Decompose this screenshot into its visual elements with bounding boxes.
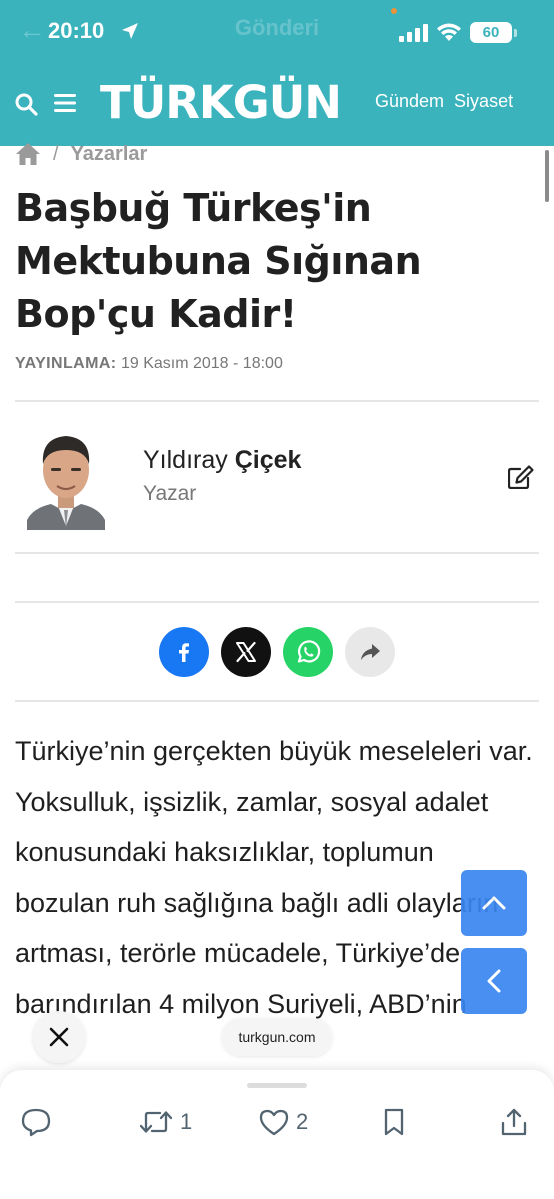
- previous-article-button[interactable]: [461, 948, 527, 1014]
- nav-links: Gündem Siyaset: [375, 91, 513, 112]
- share-arrow-icon: [361, 644, 380, 660]
- breadcrumb-separator: /: [53, 142, 59, 165]
- chevron-left-icon: [487, 969, 501, 993]
- close-icon: [49, 1027, 69, 1047]
- share-more-button[interactable]: [345, 627, 395, 677]
- home-icon[interactable]: [15, 142, 41, 166]
- site-logo[interactable]: TÜRKGÜN: [100, 76, 364, 130]
- chevron-up-icon: [482, 896, 506, 910]
- retweet-count: 1: [180, 1109, 193, 1134]
- article-title: Başbuğ Türkeş'in Mektubuna Sığınan Bop'ç…: [15, 186, 422, 336]
- breadcrumb-section[interactable]: Yazarlar: [71, 143, 148, 166]
- location-arrow-icon: [122, 23, 138, 39]
- nav-link-siyaset[interactable]: Siyaset: [454, 91, 513, 111]
- publish-date: 19 Kasım 2018 - 18:00: [120, 355, 283, 372]
- publish-label: YAYINLAMA:: [15, 355, 117, 372]
- author-role: Yazar: [143, 482, 197, 505]
- close-browser-button[interactable]: [33, 1011, 85, 1063]
- search-icon[interactable]: [14, 92, 38, 116]
- bookmark-button[interactable]: [381, 1106, 407, 1138]
- like-button[interactable]: 2: [258, 1106, 308, 1138]
- edit-icon[interactable]: [508, 465, 534, 489]
- tweet-action-bar: 1 2: [0, 1070, 554, 1199]
- battery-indicator: 60: [470, 22, 512, 43]
- article-body: Türkiye’nin gerçekten büyük meseleleri v…: [15, 726, 535, 1029]
- article-paragraph: Türkiye’nin gerçekten büyük meseleleri v…: [15, 736, 533, 1019]
- like-count: 2: [296, 1109, 309, 1134]
- divider: [15, 601, 539, 603]
- bookmark-icon: [384, 1108, 404, 1136]
- divider: [15, 700, 539, 702]
- reply-icon: [21, 1108, 51, 1137]
- hamburger-menu-icon[interactable]: [54, 93, 76, 113]
- scroll-top-button[interactable]: [461, 870, 527, 936]
- divider: [15, 552, 539, 554]
- nav-link-gundem[interactable]: Gündem: [375, 91, 444, 111]
- whatsapp-icon: [297, 640, 321, 663]
- page-scrollbar[interactable]: [545, 150, 549, 202]
- reply-button[interactable]: [20, 1106, 52, 1138]
- author-first-name: Yıldıray: [143, 446, 228, 474]
- sheet-drag-handle[interactable]: [247, 1083, 307, 1088]
- heart-icon: [259, 1109, 289, 1136]
- retweet-icon: [139, 1111, 173, 1133]
- breadcrumb: / Yazarlar: [15, 138, 147, 170]
- author-last-name: Çiçek: [234, 446, 302, 474]
- url-indicator[interactable]: turkgun.com: [222, 1018, 332, 1056]
- share-button[interactable]: [499, 1106, 529, 1138]
- retweet-button[interactable]: 1: [138, 1106, 192, 1138]
- author-name[interactable]: Yıldıray Çiçek: [143, 446, 301, 475]
- author-avatar[interactable]: [25, 430, 107, 530]
- wifi-icon: [437, 23, 461, 41]
- share-x-button[interactable]: [221, 627, 271, 677]
- status-bar: ← Gönderi 20:10 60: [0, 0, 554, 64]
- upload-share-icon: [501, 1108, 527, 1136]
- share-facebook-button[interactable]: [159, 627, 209, 677]
- battery-tip: [514, 29, 517, 37]
- privacy-indicator-dot: [391, 8, 397, 14]
- status-time: 20:10: [48, 18, 105, 43]
- share-whatsapp-button[interactable]: [283, 627, 333, 677]
- site-header: ← Gönderi 20:10 60 TÜRKGÜN Gündem Siyaset: [0, 0, 554, 146]
- x-icon: [236, 641, 256, 663]
- facebook-icon: [179, 643, 189, 662]
- cellular-signal-icon: [399, 24, 428, 42]
- divider: [15, 400, 539, 402]
- publish-info: YAYINLAMA: 19 Kasım 2018 - 18:00: [15, 355, 283, 373]
